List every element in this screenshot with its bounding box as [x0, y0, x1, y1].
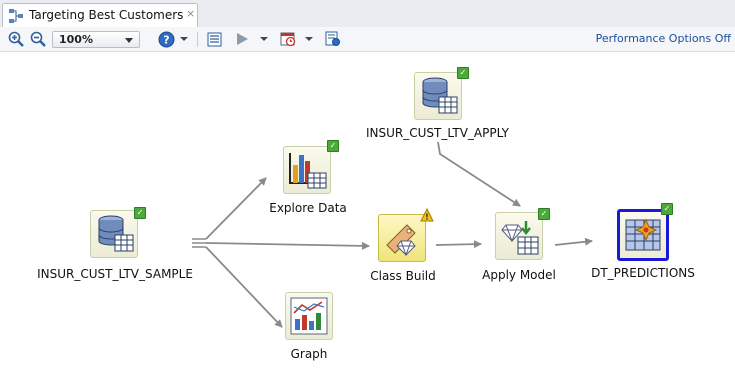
help-icon: ? [158, 31, 174, 47]
apply-model-icon [495, 212, 543, 260]
node-label: Class Build [370, 269, 436, 283]
workflow-icon [9, 9, 23, 23]
explore-data-icon [283, 146, 331, 194]
table-icon [617, 209, 669, 261]
status-complete-icon: ✓ [457, 67, 469, 79]
zoom-out-button[interactable] [29, 30, 47, 48]
properties-icon [207, 32, 221, 46]
link-sample-graph [205, 246, 283, 328]
link-fanout-marker [192, 238, 206, 248]
warning-icon: ! [420, 208, 434, 222]
link-sample-classbuild [205, 241, 370, 250]
chevron-down-icon [305, 37, 313, 41]
node-label: DT_PREDICTIONS [591, 266, 695, 280]
close-icon[interactable]: × [186, 7, 195, 20]
properties-button[interactable] [205, 30, 223, 48]
node-label: Apply Model [482, 268, 556, 282]
zoom-in-icon [8, 31, 24, 47]
svg-text:?: ? [163, 33, 169, 46]
svg-text:!: ! [425, 213, 429, 222]
toolbar-divider [197, 32, 198, 47]
class-build-icon [378, 214, 426, 262]
tab-title: Targeting Best Customers [29, 8, 184, 22]
status-complete-icon: ✓ [327, 140, 339, 152]
node-label: Explore Data [269, 201, 347, 215]
data-source-icon [90, 210, 138, 258]
graph-icon [285, 292, 333, 340]
tab-workflow[interactable]: Targeting Best Customers × [2, 3, 198, 27]
performance-options-link[interactable]: Performance Options Off [596, 32, 731, 45]
zoom-level-value: 100% [59, 33, 93, 46]
link-apply-applymodel [437, 141, 521, 207]
workflow-toolbar: 100% ? Performance Options Off [0, 27, 735, 52]
chevron-down-icon [125, 38, 133, 43]
status-complete-icon: ✓ [134, 207, 146, 219]
run-dropdown[interactable] [259, 30, 269, 48]
link-sample-explore [205, 177, 267, 240]
event-log-icon [325, 31, 340, 46]
schedule-button[interactable] [279, 30, 297, 48]
chevron-down-icon [260, 37, 268, 41]
schedule-dropdown[interactable] [304, 30, 314, 48]
link-applymodel-predictions [554, 237, 593, 246]
data-source-icon [414, 72, 462, 120]
link-classbuild-applymodel [435, 240, 482, 249]
zoom-in-button[interactable] [7, 30, 25, 48]
event-log-button[interactable] [324, 30, 342, 48]
node-label: INSUR_CUST_LTV_SAMPLE [37, 267, 193, 281]
schedule-icon [280, 32, 296, 47]
node-label: INSUR_CUST_LTV_APPLY [365, 126, 510, 140]
help-dropdown[interactable] [179, 30, 189, 48]
zoom-level-select[interactable]: 100% [52, 31, 140, 48]
status-complete-icon: ✓ [538, 208, 550, 220]
workflow-canvas[interactable]: ✓ INSUR_CUST_LTV_APPLY ✓ Explore Data ✓ … [0, 52, 735, 377]
chevron-down-icon [180, 37, 188, 41]
help-button[interactable]: ? [157, 30, 175, 48]
status-complete-icon: ✓ [661, 203, 673, 215]
editor-tab-strip: Targeting Best Customers × [0, 0, 735, 28]
run-button[interactable] [234, 30, 250, 48]
zoom-out-icon [30, 31, 46, 47]
run-icon [237, 33, 248, 45]
node-label: Graph [290, 347, 328, 361]
